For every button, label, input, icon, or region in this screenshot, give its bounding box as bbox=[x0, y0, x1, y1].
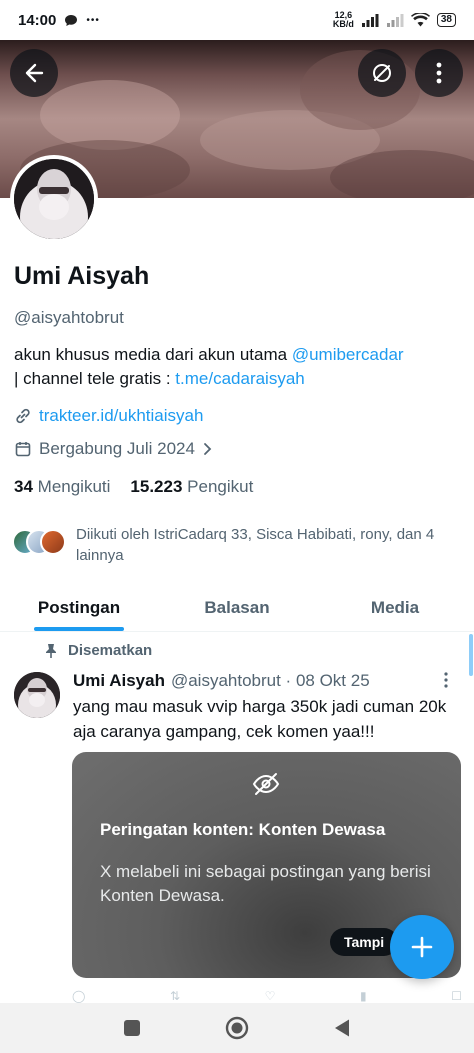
wifi-icon bbox=[410, 13, 430, 27]
back-nav-button[interactable] bbox=[322, 1008, 362, 1048]
profile-avatar[interactable] bbox=[10, 155, 98, 243]
views-icon[interactable]: ▮ bbox=[360, 989, 367, 1003]
plus-icon bbox=[411, 936, 433, 958]
triangle-back-icon bbox=[334, 1019, 349, 1037]
hidden-content-button[interactable] bbox=[358, 49, 406, 97]
scrollbar[interactable] bbox=[469, 634, 473, 676]
tweet-text: yang mau masuk vvip harga 350k jadi cuma… bbox=[73, 697, 447, 741]
battery-indicator: 38 bbox=[436, 13, 456, 27]
follower-avatars bbox=[12, 529, 70, 559]
eye-off-icon bbox=[252, 773, 280, 795]
calendar-icon bbox=[15, 442, 31, 457]
arrow-left-icon bbox=[25, 63, 44, 83]
more-vertical-icon bbox=[444, 672, 448, 688]
signal-weak-icon bbox=[386, 13, 404, 27]
eye-off-icon bbox=[373, 64, 391, 82]
more-vertical-icon bbox=[436, 62, 442, 84]
profile-bio: akun khusus media dari akun utama @umibe… bbox=[14, 345, 404, 388]
followed-by-text: Diikuti oleh IstriCadarq 33, Sisca Habib… bbox=[76, 526, 435, 564]
following-stat[interactable]: 34 Mengikuti bbox=[14, 477, 110, 497]
link-icon bbox=[16, 408, 30, 424]
tab-posts[interactable]: Postingan bbox=[0, 584, 158, 631]
compose-button[interactable] bbox=[390, 915, 454, 979]
chevron-right-icon bbox=[204, 443, 212, 455]
pinned-label: Disematkan bbox=[44, 642, 152, 659]
like-icon[interactable]: ♡ bbox=[265, 989, 276, 1003]
back-button[interactable] bbox=[10, 49, 58, 97]
joined-date: Bergabung Juli 2024 bbox=[39, 439, 195, 458]
chat-icon bbox=[65, 14, 78, 26]
status-bar: 14:00 ••• 12,6 KB/d 38 bbox=[0, 0, 474, 40]
status-time: 14:00 bbox=[18, 11, 57, 29]
signal-icon bbox=[361, 13, 379, 27]
bio-mention-link[interactable]: @umibercadar bbox=[292, 345, 404, 364]
follow-stats: 34 Mengikuti 15.223 Pengikut bbox=[14, 477, 253, 497]
recents-button[interactable] bbox=[112, 1008, 152, 1048]
tweet-avatar[interactable] bbox=[14, 672, 60, 718]
tweet-more-button[interactable] bbox=[444, 672, 448, 693]
home-button[interactable] bbox=[217, 1008, 257, 1048]
followed-by-row[interactable]: Diikuti oleh IstriCadarq 33, Sisca Habib… bbox=[12, 524, 467, 566]
tweet-actions: ◯ ⇅ ♡ ▮ ☐ bbox=[72, 989, 462, 1003]
bio-telegram-link[interactable]: t.me/cadaraisyah bbox=[175, 369, 304, 388]
status-more-dots: ••• bbox=[86, 14, 100, 26]
profile-name: Umi Aisyah bbox=[14, 262, 150, 290]
content-warning-title: Peringatan konten: Konten Dewasa bbox=[100, 820, 386, 839]
website-row: trakteer.id/ukhtiaisyah bbox=[14, 406, 203, 426]
avatar-image bbox=[14, 159, 94, 239]
profile-handle: @aisyahtobrut bbox=[14, 308, 124, 327]
tweet-header: Umi Aisyah @aisyahtobrut · 08 Okt 25 bbox=[73, 671, 370, 691]
network-speed: 12,6 KB/d bbox=[332, 10, 354, 29]
tweet-author-name[interactable]: Umi Aisyah bbox=[73, 671, 165, 691]
followers-stat[interactable]: 15.223 Pengikut bbox=[130, 477, 253, 497]
bookmark-icon[interactable]: ☐ bbox=[451, 989, 462, 1003]
website-link[interactable]: trakteer.id/ukhtiaisyah bbox=[39, 406, 203, 426]
circle-icon bbox=[225, 1016, 249, 1040]
show-content-button[interactable]: Tampi bbox=[330, 928, 399, 956]
content-warning-description: X melabeli ini sebagai postingan yang be… bbox=[100, 862, 431, 905]
reply-icon[interactable]: ◯ bbox=[72, 989, 85, 1003]
tweet-handle-date: @aisyahtobrut · 08 Okt 25 bbox=[170, 671, 370, 690]
profile-tabs: Postingan Balasan Media bbox=[0, 584, 474, 632]
pin-icon bbox=[46, 643, 56, 658]
tab-media[interactable]: Media bbox=[316, 584, 474, 631]
more-options-button[interactable] bbox=[415, 49, 463, 97]
tab-replies[interactable]: Balasan bbox=[158, 584, 316, 631]
joined-row[interactable]: Bergabung Juli 2024 bbox=[14, 439, 214, 459]
retweet-icon[interactable]: ⇅ bbox=[170, 989, 180, 1003]
square-icon bbox=[124, 1020, 141, 1036]
system-nav-bar bbox=[0, 1003, 474, 1053]
